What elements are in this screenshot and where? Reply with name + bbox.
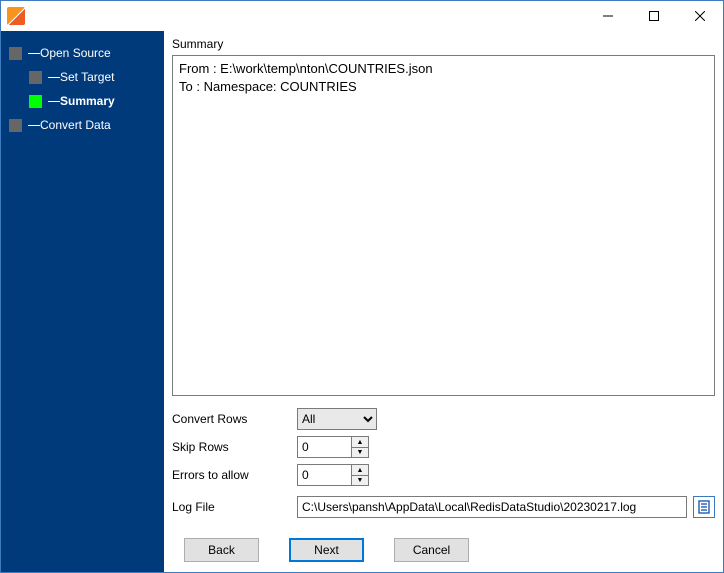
nav-item-summary[interactable]: Summary [1,89,164,113]
cancel-button[interactable]: Cancel [394,538,469,562]
titlebar [1,1,723,31]
options-form: Convert Rows All Skip Rows ▲ ▼ [172,408,715,524]
nav-label: Set Target [60,70,114,84]
step-marker-icon [9,119,22,132]
nav-label: Convert Data [40,118,111,132]
spin-up-icon[interactable]: ▲ [352,437,368,447]
spin-down-icon[interactable]: ▼ [352,447,368,457]
nav-item-open-source[interactable]: Open Source [1,41,164,65]
wizard-body: Open Source Set Target Summary Convert D… [1,31,723,572]
convert-rows-select[interactable]: All [297,408,377,430]
summary-textarea[interactable]: From : E:\work\temp\nton\COUNTRIES.json … [172,55,715,396]
spin-up-icon[interactable]: ▲ [352,465,368,475]
section-title: Summary [172,37,715,51]
errors-spinner: ▲ ▼ [297,464,369,486]
logfile-input[interactable] [297,496,687,518]
wizard-buttons: Back Next Cancel [184,538,715,562]
nav-item-convert-data[interactable]: Convert Data [1,113,164,137]
wizard-window: Open Source Set Target Summary Convert D… [0,0,724,573]
step-marker-icon [29,95,42,108]
next-button[interactable]: Next [289,538,364,562]
skip-rows-label: Skip Rows [172,440,297,454]
step-marker-icon [9,47,22,60]
nav-label: Open Source [40,46,111,60]
close-button[interactable] [677,1,723,31]
errors-label: Errors to allow [172,468,297,482]
maximize-button[interactable] [631,1,677,31]
spin-down-icon[interactable]: ▼ [352,475,368,485]
document-icon [697,500,711,514]
skip-rows-spinner: ▲ ▼ [297,436,369,458]
wizard-sidebar: Open Source Set Target Summary Convert D… [1,31,164,572]
wizard-main: Summary From : E:\work\temp\nton\COUNTRI… [164,31,723,572]
convert-rows-label: Convert Rows [172,412,297,426]
app-icon [7,7,25,25]
nav-label: Summary [60,94,115,108]
logfile-label: Log File [172,500,297,514]
step-marker-icon [29,71,42,84]
nav-item-set-target[interactable]: Set Target [1,65,164,89]
window-controls [585,1,723,31]
back-button[interactable]: Back [184,538,259,562]
errors-input[interactable] [297,464,351,486]
minimize-button[interactable] [585,1,631,31]
skip-rows-input[interactable] [297,436,351,458]
browse-logfile-button[interactable] [693,496,715,518]
